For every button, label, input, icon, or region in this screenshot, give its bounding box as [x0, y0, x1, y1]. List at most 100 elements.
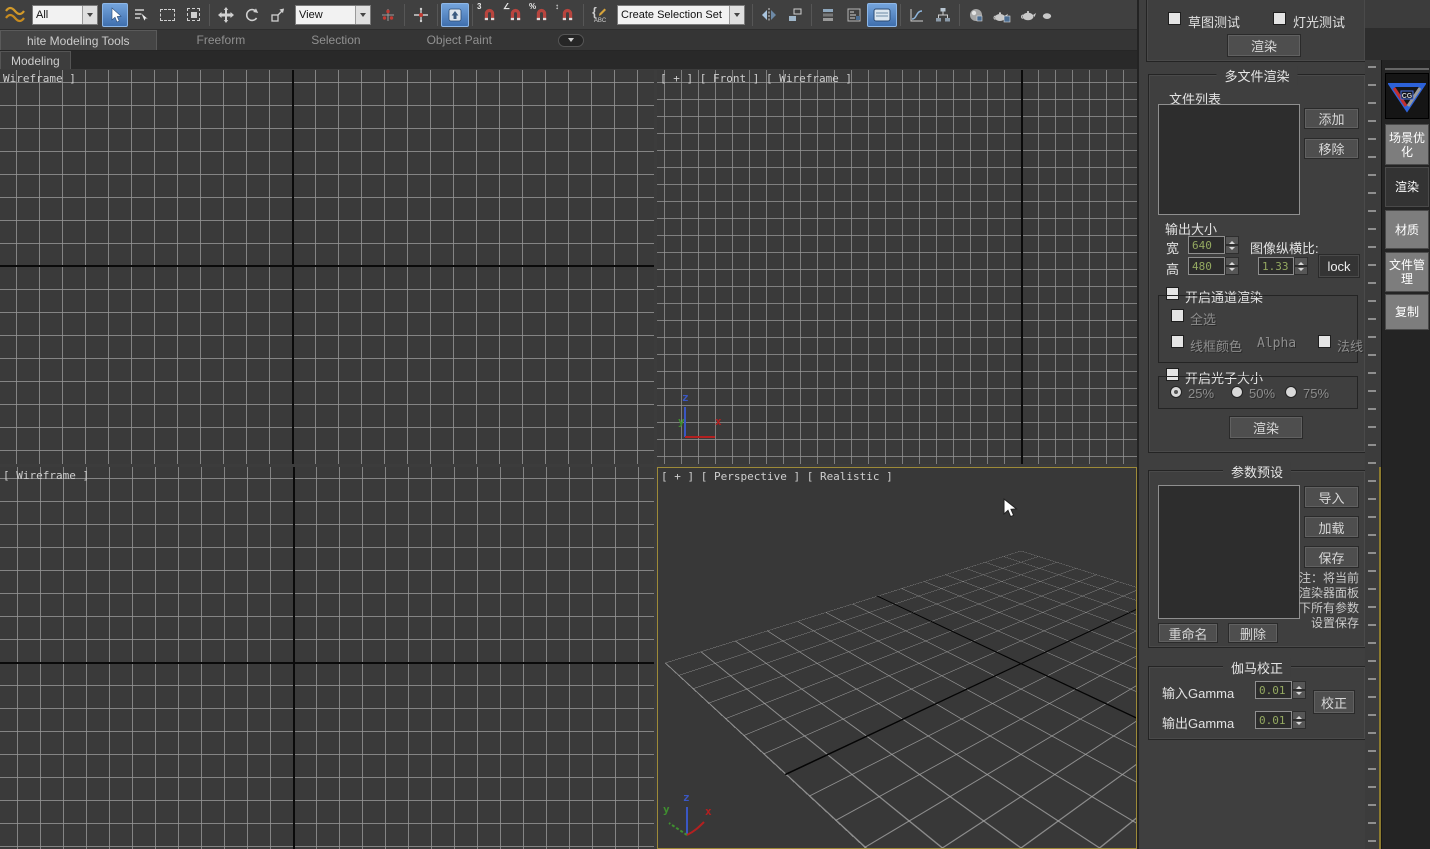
file-list-box[interactable] — [1158, 104, 1300, 215]
chevron-down-icon — [568, 38, 574, 45]
gamma-title: 伽马校正 — [1223, 658, 1291, 677]
photon-75-radio[interactable] — [1285, 386, 1297, 398]
select-and-rotate-button[interactable] — [239, 3, 265, 27]
tab-object-paint[interactable]: Object Paint — [409, 30, 510, 50]
viewport-top-left-label[interactable]: Wireframe ] — [3, 72, 76, 85]
draft-test-checkbox[interactable] — [1168, 12, 1181, 25]
render-production-button[interactable] — [1041, 3, 1053, 27]
layer-manager-button[interactable] — [815, 3, 841, 27]
add-button[interactable]: 添加 — [1304, 108, 1359, 129]
plugin-logo-button[interactable]: CG — [1385, 73, 1429, 119]
viewport-bottom-left[interactable]: [ Wireframe ] — [0, 467, 654, 849]
angle-snap-toggle[interactable]: ∠ — [502, 3, 528, 27]
snap-3d-badge: 3 — [477, 2, 481, 11]
input-gamma-field[interactable]: 0.01 — [1255, 681, 1292, 699]
gamma-correct-button[interactable]: 校正 — [1313, 690, 1355, 714]
photon-25-radio[interactable] — [1170, 386, 1182, 398]
side-tab-scene-optimize[interactable]: 场景优化 — [1385, 124, 1429, 165]
tab-selection[interactable]: Selection — [293, 30, 378, 50]
mirror-button[interactable] — [756, 3, 782, 27]
viewport-bottom-left-label[interactable]: [ Wireframe ] — [3, 469, 89, 482]
rectangular-selection-region-button[interactable] — [154, 3, 180, 27]
viewport-perspective[interactable]: [ + ] [ Perspective ] [ Realistic ] z y … — [657, 467, 1137, 849]
height-spinner[interactable] — [1225, 257, 1239, 275]
viewport-top-left[interactable]: Wireframe ] — [0, 70, 654, 464]
tab-graphite-modeling-tools[interactable]: hite Modeling Tools — [0, 30, 157, 50]
window-crossing-toggle[interactable] — [180, 3, 206, 27]
multi-file-render-title: 多文件渲染 — [1216, 66, 1297, 85]
height-field[interactable]: 480 — [1188, 257, 1225, 275]
side-tab-render[interactable]: 渲染 — [1385, 167, 1429, 207]
top-right-filler — [1365, 0, 1430, 28]
viewport-front[interactable]: [ + ] [ Front ] [ Wireframe ] z y x — [657, 70, 1137, 464]
rendered-frame-window-button[interactable] — [1015, 3, 1041, 27]
ribbon-minimize-button[interactable] — [558, 34, 584, 47]
mouse-cursor — [1003, 498, 1018, 519]
select-and-move-button[interactable] — [213, 3, 239, 27]
select-and-scale-button[interactable] — [265, 3, 291, 27]
snaps-toggle-3d[interactable]: 3 — [476, 3, 502, 27]
multi-render-button[interactable]: 渲染 — [1229, 416, 1303, 439]
lock-aspect-button[interactable]: lock — [1318, 254, 1360, 278]
abc-label: ABC — [594, 19, 606, 24]
viewport-perspective-label[interactable]: [ + ] [ Perspective ] [ Realistic ] — [661, 470, 893, 483]
selection-filter-dropdown[interactable]: All — [32, 5, 98, 25]
grid-x-axis — [877, 596, 1137, 775]
photon-50-radio[interactable] — [1231, 386, 1243, 398]
reference-coordinate-system-dropdown[interactable]: View — [295, 5, 371, 25]
side-tab-copy[interactable]: 复制 — [1385, 294, 1429, 330]
aspect-spinner[interactable] — [1294, 257, 1308, 275]
quick-render-button[interactable]: 渲染 — [1227, 34, 1301, 57]
tab-modeling[interactable]: Modeling — [0, 51, 71, 69]
toolbar-separator — [437, 4, 438, 26]
load-button[interactable]: 加载 — [1304, 516, 1359, 538]
presets-list-box[interactable] — [1158, 485, 1300, 619]
aspect-field[interactable]: 1.33 — [1258, 257, 1294, 275]
schematic-view-button[interactable] — [930, 3, 956, 27]
input-gamma-spinner[interactable] — [1292, 681, 1306, 699]
spinner-snap-toggle[interactable]: ↕ — [554, 3, 580, 27]
y-axis-label: y — [678, 415, 685, 428]
edit-named-selection-sets-button[interactable]: { ABC — [587, 3, 613, 27]
logo-text: CG — [1402, 93, 1413, 100]
render-setup-button[interactable] — [989, 3, 1015, 27]
select-by-name-button[interactable] — [128, 3, 154, 27]
rename-button[interactable]: 重命名 — [1158, 623, 1218, 643]
resize-grip-ticks — [1368, 66, 1376, 846]
use-pivot-point-center-button[interactable] — [375, 3, 401, 27]
viewport-front-label[interactable]: [ + ] [ Front ] [ Wireframe ] — [660, 72, 852, 85]
toolbar-separator — [900, 4, 901, 26]
save-button[interactable]: 保存 — [1304, 546, 1359, 568]
panel-resize-column[interactable] — [1365, 60, 1381, 849]
output-gamma-spinner[interactable] — [1292, 711, 1306, 729]
light-test-checkbox[interactable] — [1273, 12, 1286, 25]
width-spinner[interactable] — [1225, 236, 1239, 254]
align-button[interactable] — [782, 3, 808, 27]
named-selection-set-dropdown[interactable]: Create Selection Set — [617, 5, 745, 25]
normal-checkbox[interactable] — [1318, 335, 1331, 348]
delete-button[interactable]: 删除 — [1228, 623, 1278, 643]
graphite-ribbon-toggle[interactable] — [867, 3, 897, 27]
select-all-checkbox[interactable] — [1171, 309, 1184, 322]
select-and-manipulate-button[interactable] — [408, 3, 434, 27]
grid-origin-vertical-axis — [293, 467, 295, 849]
keyboard-shortcut-override-toggle[interactable] — [441, 3, 469, 27]
import-button[interactable]: 导入 — [1304, 486, 1359, 508]
side-tab-material[interactable]: 材质 — [1385, 210, 1429, 249]
remove-button[interactable]: 移除 — [1304, 138, 1359, 159]
width-field[interactable]: 640 — [1188, 236, 1225, 254]
select-and-link-icon[interactable] — [2, 3, 28, 27]
tab-freeform[interactable]: Freeform — [179, 30, 264, 50]
output-gamma-field[interactable]: 0.01 — [1255, 711, 1292, 729]
curve-editor-button[interactable] — [904, 3, 930, 27]
photon-75-label: 75% — [1303, 386, 1329, 401]
wire-color-checkbox[interactable] — [1171, 335, 1184, 348]
select-object-button[interactable] — [102, 3, 128, 27]
side-tab-file-manage[interactable]: 文件管理 — [1385, 252, 1429, 292]
percent-snap-toggle[interactable]: % — [528, 3, 554, 27]
gamma-group: 伽马校正 输入Gamma 0.01 校正 输出Gamma 0.01 — [1148, 666, 1366, 740]
material-editor-button[interactable] — [963, 3, 989, 27]
coord-system-value: View — [296, 9, 355, 21]
scene-explorer-button[interactable] — [841, 3, 867, 27]
photon-50-label: 50% — [1249, 386, 1275, 401]
